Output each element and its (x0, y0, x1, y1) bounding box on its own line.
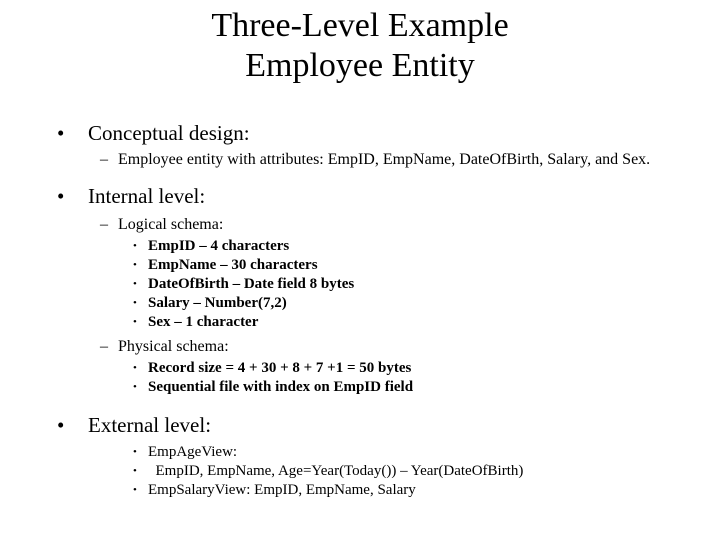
outline-text: EmpSalaryView: EmpID, EmpName, Salary (148, 482, 416, 498)
bullet-level3-icon: • (133, 362, 137, 374)
outline-item-empageview: • EmpAgeView: (0, 443, 720, 462)
bullet-level3-icon: • (133, 259, 137, 271)
outline-text: Physical schema: (118, 338, 229, 355)
bullet-level1-icon: • (57, 121, 65, 145)
outline-item-record-size: • Record size = 4 + 30 + 8 + 7 +1 = 50 b… (0, 359, 720, 378)
outline-item-empid: • EmpID – 4 characters (0, 237, 720, 256)
bullet-level3-icon: • (133, 381, 137, 393)
outline-text: DateOfBirth – Date field 8 bytes (148, 276, 355, 292)
outline-text: EmpID, EmpName, Age=Year(Today()) – Year… (148, 463, 524, 479)
outline-item-sequential-file: • Sequential file with index on EmpID fi… (0, 378, 720, 397)
outline-text: External level: (88, 413, 212, 437)
outline-item-physical-schema: – Physical schema: (0, 337, 720, 356)
outline-item-dateofbirth: • DateOfBirth – Date field 8 bytes (0, 275, 720, 294)
outline-text: EmpAgeView: (148, 444, 238, 460)
title-line-2: Employee Entity (245, 47, 475, 84)
bullet-level3-icon: • (133, 278, 137, 290)
bullet-level2-icon: – (100, 151, 108, 168)
outline-text: Sequential file with index on EmpID fiel… (148, 379, 414, 395)
bullet-level3-icon: • (133, 297, 137, 309)
outline-text: EmpID – 4 characters (148, 238, 290, 254)
outline-item-empageview-columns: • EmpID, EmpName, Age=Year(Today()) – Ye… (0, 462, 720, 481)
bullet-level3-icon: • (133, 484, 137, 496)
slide-title: Three-Level Example Employee Entity (0, 6, 720, 86)
outline-item-logical-schema: – Logical schema: (0, 215, 720, 234)
outline-text: Salary – Number(7,2) (148, 295, 287, 311)
bullet-level2-icon: – (100, 216, 108, 233)
outline-item-empname: • EmpName – 30 characters (0, 256, 720, 275)
outline-item-employee-entity: – Employee entity with attributes: EmpID… (0, 150, 720, 169)
outline-item-external-level: • External level: (0, 412, 720, 439)
outline-item-empsalaryview: • EmpSalaryView: EmpID, EmpName, Salary (0, 481, 720, 500)
outline-text: Record size = 4 + 30 + 8 + 7 +1 = 50 byt… (148, 360, 412, 376)
outline-text: Employee entity with attributes: EmpID, … (118, 151, 651, 168)
outline-item-conceptual-design: • Conceptual design: (0, 120, 720, 147)
outline-text: Conceptual design: (88, 121, 250, 145)
bullet-level1-icon: • (57, 184, 65, 208)
outline-item-sex: • Sex – 1 character (0, 313, 720, 332)
bullet-level3-icon: • (133, 446, 137, 458)
slide-body: • Conceptual design: – Employee entity w… (0, 120, 720, 500)
outline-text: EmpName – 30 characters (148, 257, 318, 273)
bullet-level1-icon: • (57, 413, 65, 437)
slide: Three-Level Example Employee Entity • Co… (0, 0, 720, 540)
title-line-1: Three-Level Example (211, 7, 509, 44)
bullet-level3-icon: • (133, 240, 137, 252)
outline-item-internal-level: • Internal level: (0, 183, 720, 210)
outline-text: Internal level: (88, 184, 206, 208)
bullet-level3-icon: • (133, 316, 137, 328)
outline-item-salary: • Salary – Number(7,2) (0, 294, 720, 313)
bullet-level2-icon: – (100, 338, 108, 355)
outline-text: Logical schema: (118, 216, 224, 233)
outline-text: Sex – 1 character (148, 314, 259, 330)
bullet-level3-icon: • (133, 465, 137, 477)
